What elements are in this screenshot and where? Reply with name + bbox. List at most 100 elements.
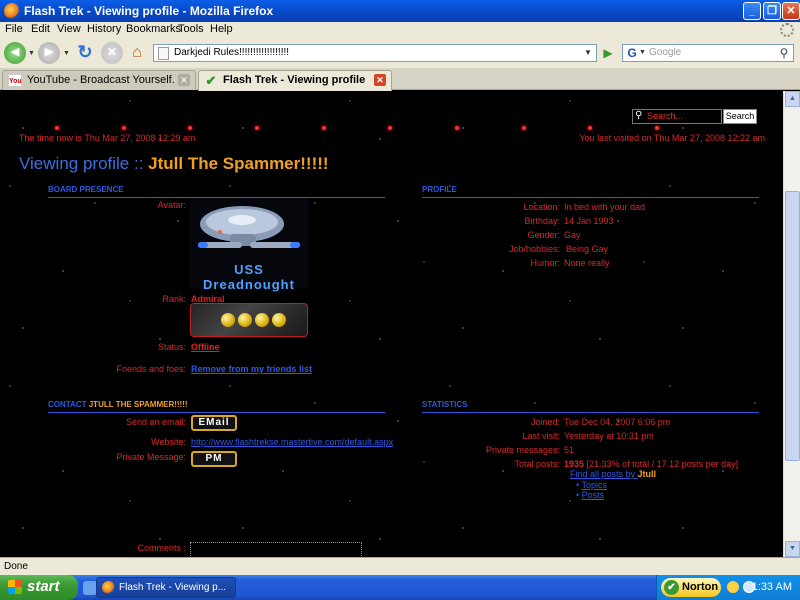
- tab-youtube[interactable]: You Tube YouTube - Broadcast Yourself. ✕: [2, 70, 196, 98]
- page-icon: [158, 47, 169, 60]
- url-dropdown-icon[interactable]: ▼: [582, 46, 594, 60]
- avatar-label: Avatar:: [157, 200, 186, 210]
- find-posts-link[interactable]: Find all posts by Jtull: [570, 469, 656, 479]
- email-button[interactable]: EMail: [191, 415, 237, 431]
- remove-friend-link[interactable]: Remove from my friends list: [191, 364, 312, 374]
- forward-button[interactable]: ▶: [38, 42, 60, 64]
- decorative-star: [522, 126, 526, 130]
- status-value[interactable]: Offline: [191, 342, 220, 352]
- scroll-down-icon[interactable]: ▼: [785, 541, 800, 557]
- norton-tray-button[interactable]: ✔ Norton: [661, 578, 721, 597]
- website-link[interactable]: http://www.flashtrekse.mastertive.com/de…: [191, 437, 393, 447]
- rank-pip-icon: [238, 313, 252, 327]
- board-presence-header: BOARD PRESENCE: [48, 185, 385, 198]
- private-message-label: Private Message:: [116, 452, 186, 462]
- website-label: Website:: [151, 437, 186, 447]
- decorative-star: [255, 126, 259, 130]
- menu-tools[interactable]: Tools: [178, 23, 204, 35]
- decorative-star: [655, 126, 659, 130]
- forward-history-dropdown-icon[interactable]: ▼: [63, 50, 70, 57]
- start-button[interactable]: start: [0, 575, 78, 600]
- taskbar-window-label: Flash Trek - Viewing p...: [119, 582, 227, 593]
- maximize-button[interactable]: ❐: [763, 2, 781, 20]
- search-icon[interactable]: ⚲: [777, 45, 791, 61]
- throbber-icon: [780, 23, 794, 37]
- total-posts-detail: [21.33% of total / 17.12 posts per day]: [584, 459, 739, 469]
- rank-label: Rank:: [162, 294, 186, 304]
- stop-button[interactable]: ✕: [101, 42, 123, 64]
- rank-pip-icon: [255, 313, 269, 327]
- web-search-placeholder: Google: [649, 47, 682, 58]
- posts-link-item: • Posts: [576, 490, 605, 500]
- scroll-up-icon[interactable]: ▲: [785, 91, 800, 107]
- close-tab-icon[interactable]: ✕: [178, 74, 190, 86]
- web-search-box[interactable]: G ▼ Google ⚲: [622, 44, 794, 62]
- posts-link[interactable]: Posts: [582, 490, 605, 500]
- security-tray-icon[interactable]: [727, 581, 739, 593]
- total-posts-value: 1935 [21.33% of total / 17.12 posts per …: [564, 459, 738, 469]
- menu-bookmarks[interactable]: Bookmarks: [126, 23, 181, 35]
- last-visit-text: You last visited on Thu Mar 27, 2008 12:…: [579, 133, 765, 143]
- find-posts-name[interactable]: Jtull: [638, 469, 657, 479]
- navigation-toolbar: ◀ ▼ ▶ ▼ ↻ ✕ ⌂ Darkjedi Rules!!!!!!!!!!!!…: [0, 38, 800, 68]
- page-title: Viewing profile :: Jtull The Spammer!!!!…: [19, 154, 329, 174]
- minimize-button[interactable]: _: [743, 2, 761, 20]
- forum-search-input[interactable]: ⚲ Search...: [632, 109, 722, 124]
- reload-button[interactable]: ↻: [74, 42, 96, 64]
- vertical-scrollbar[interactable]: ▲ ▼: [783, 91, 800, 557]
- last-visit-value: Yesterday at 10:31 pm: [564, 431, 654, 441]
- tab-favicon-icon: ✔: [205, 73, 217, 88]
- decorative-star: [188, 126, 192, 130]
- norton-label: Norton: [682, 581, 719, 593]
- forum-search-placeholder: Search...: [647, 111, 684, 121]
- rank-pip-icon: [272, 313, 286, 327]
- status-bar: Done: [0, 557, 800, 575]
- menu-help[interactable]: Help: [210, 23, 233, 35]
- total-posts-label: Total posts:: [514, 459, 560, 469]
- search-engine-dropdown-icon[interactable]: ▼: [639, 46, 646, 60]
- quick-launch-icon[interactable]: [83, 581, 97, 595]
- joined-label: Joined:: [530, 417, 560, 427]
- menu-history[interactable]: History: [87, 23, 121, 35]
- friends-label: Friends and foes:: [116, 364, 186, 374]
- url-bar[interactable]: Darkjedi Rules!!!!!!!!!!!!!!!!!! ▼: [153, 44, 597, 62]
- scroll-thumb[interactable]: [785, 191, 800, 461]
- tab-bar: You Tube YouTube - Broadcast Yourself. ✕…: [0, 68, 800, 98]
- windows-taskbar: start Flash Trek - Viewing p... ✔ Norton…: [0, 575, 800, 600]
- back-history-dropdown-icon[interactable]: ▼: [28, 50, 35, 57]
- joined-value: Tue Dec 04, 2007 6:06 pm: [564, 417, 671, 427]
- decorative-star: [388, 126, 392, 130]
- decorative-star: [588, 126, 592, 130]
- taskbar-clock: 1:33 AM: [751, 581, 792, 593]
- forum-search-button[interactable]: Search: [723, 109, 757, 124]
- url-text: Darkjedi Rules!!!!!!!!!!!!!!!!!!: [174, 47, 290, 58]
- menu-edit[interactable]: Edit: [31, 23, 50, 35]
- location-label: Location:: [523, 202, 560, 212]
- private-messages-label: Private messages:: [485, 445, 560, 455]
- menu-file[interactable]: File: [5, 23, 23, 35]
- comments-textarea[interactable]: [190, 542, 362, 557]
- go-button[interactable]: ▶: [600, 44, 616, 62]
- humor-value: None really: [564, 258, 610, 268]
- google-icon[interactable]: G: [625, 46, 639, 60]
- tab-flash-trek[interactable]: ✔ Flash Trek - Viewing profile ✕: [198, 70, 392, 91]
- contact-header-prefix: CONTACT: [48, 400, 89, 409]
- home-button[interactable]: ⌂: [126, 42, 148, 64]
- gender-label: Gender:: [527, 230, 560, 240]
- topics-link[interactable]: Topics: [582, 480, 608, 490]
- private-message-button[interactable]: PM: [191, 451, 237, 467]
- rank-pip-icon: [221, 313, 235, 327]
- taskbar-firefox-window[interactable]: Flash Trek - Viewing p...: [96, 577, 236, 598]
- birthday-label: Birthday:: [524, 216, 560, 226]
- close-tab-icon[interactable]: ✕: [374, 74, 386, 86]
- menu-view[interactable]: View: [57, 23, 81, 35]
- back-button[interactable]: ◀: [4, 42, 26, 64]
- page-title-prefix: Viewing profile ::: [19, 154, 149, 173]
- window-titlebar[interactable]: Flash Trek - Viewing profile - Mozilla F…: [0, 0, 800, 22]
- start-label: start: [27, 578, 60, 595]
- topics-link-item: • Topics: [576, 480, 608, 490]
- find-posts-prefix[interactable]: Find all posts by: [570, 469, 638, 479]
- contact-header-name: JTULL THE SPAMMER!!!!!: [88, 400, 188, 409]
- close-button[interactable]: ✕: [782, 2, 800, 20]
- rank-insignia: [190, 303, 308, 337]
